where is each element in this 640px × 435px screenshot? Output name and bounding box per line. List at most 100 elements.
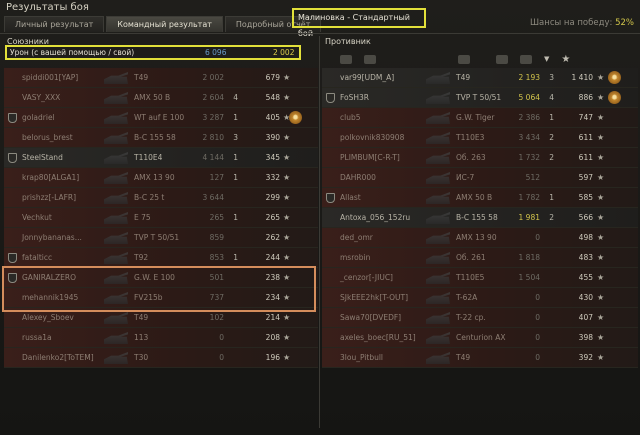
player-name[interactable]: Antoxa_056_152ru [340, 208, 410, 228]
damage-value: 501 [209, 273, 224, 282]
player-row[interactable]: PLIMBUM[C-R-T] Об. 263 1 732 2 611 ★ [322, 148, 638, 168]
player-name[interactable]: GANIRALZERO [22, 268, 76, 288]
tank-name: AMX 13 90 [134, 173, 175, 182]
player-row[interactable]: krap80[ALGA1] AMX 13 90 127 1 332 ★ [4, 168, 318, 188]
xp-value: 262 [265, 233, 280, 242]
tank-icon [104, 112, 128, 124]
tank-name: T110E5 [456, 273, 485, 282]
kills-value: 1 [549, 113, 554, 122]
xp-value: 390 [265, 133, 280, 142]
player-row[interactable]: club5 G.W. Tiger 2 386 1 747 ★ [322, 108, 638, 128]
kills-column-icon[interactable] [520, 54, 532, 64]
medal-icon[interactable]: ✹ [608, 91, 621, 104]
player-name[interactable]: fatalticc [22, 248, 52, 268]
player-row[interactable]: polkovnik830908 T110E3 3 434 2 611 ★ [322, 128, 638, 148]
player-name[interactable]: msrobin [340, 248, 370, 268]
player-name[interactable]: _cenzor[-JIUC] [340, 268, 393, 288]
vehicle-class-icon[interactable] [340, 54, 352, 64]
player-name[interactable]: Vechkut [22, 208, 52, 228]
player-name[interactable]: 3lou_Pitbull [340, 348, 383, 368]
xp-value: 611 [578, 133, 593, 142]
player-name[interactable]: spiddi001[YAP] [22, 68, 78, 88]
damage-value: 3 434 [518, 133, 540, 142]
player-row[interactable]: mehannik1945 FV215b 737 234 ★ [4, 288, 318, 308]
player-row[interactable]: Jonnybananas... TVP T 50/51 859 262 ★ [4, 228, 318, 248]
tab-personal-result[interactable]: Личный результат [4, 16, 105, 32]
tank-name: T110E4 [134, 153, 163, 162]
player-name[interactable]: prishzz[-LAFR] [22, 188, 76, 208]
player-row[interactable]: msrobin Об. 261 1 818 483 ★ [322, 248, 638, 268]
player-row[interactable]: SteelStand T110E4 4 144 1 345 ★ [4, 148, 318, 168]
player-name[interactable]: DAHR000 [340, 168, 376, 188]
player-name[interactable]: VASY_XXX [22, 88, 60, 108]
player-name[interactable]: club5 [340, 108, 361, 128]
player-row[interactable]: ded_omr AMX 13 90 0 498 ★ [322, 228, 638, 248]
star-icon: ★ [283, 133, 291, 142]
damage-value: 102 [209, 313, 224, 322]
player-row[interactable]: var99[UDM_A] T49 2 193 3 1 410 ★ ✹ [322, 68, 638, 88]
xp-value: 679 [265, 73, 280, 82]
player-row[interactable]: Vechkut E 75 265 1 265 ★ [4, 208, 318, 228]
player-name[interactable]: SJkEEE2hk[T-OUT] [340, 288, 408, 308]
damage-value: 1 732 [518, 153, 540, 162]
enemy-player-list: var99[UDM_A] T49 2 193 3 1 410 ★ ✹ FoSH3R TVP T … [322, 68, 638, 368]
xp-value: 886 [578, 93, 593, 102]
player-row[interactable]: FoSH3R TVP T 50/51 5 064 4 886 ★ ✹ [322, 88, 638, 108]
tab-team-result[interactable]: Командный результат [106, 16, 223, 32]
kills-value: 4 [233, 93, 238, 102]
player-row[interactable]: spiddi001[YAP] T49 2 002 679 ★ [4, 68, 318, 88]
star-icon: ★ [283, 273, 291, 282]
player-row[interactable]: fatalticc T92 853 1 244 ★ [4, 248, 318, 268]
player-name[interactable]: mehannik1945 [22, 288, 78, 308]
player-row[interactable]: VASY_XXX AMX 50 B 2 604 4 548 ★ [4, 88, 318, 108]
medal-icon[interactable]: ✹ [289, 111, 302, 124]
player-name[interactable]: Sawa70[DVEDF] [340, 308, 401, 328]
player-name[interactable]: Alexey_Sboev [22, 308, 74, 328]
player-row[interactable]: GANIRALZERO G.W. E 100 501 238 ★ [4, 268, 318, 288]
player-row[interactable]: axeles_boec[RU_51] Centurion AX 0 398 ★ [322, 328, 638, 348]
star-column-icon[interactable]: ★ [561, 54, 570, 65]
player-row[interactable]: belorus_brest B-C 155 58 2 810 3 390 ★ [4, 128, 318, 148]
player-row[interactable]: 3lou_Pitbull T49 0 392 ★ [322, 348, 638, 368]
tank-name: 113 [134, 333, 149, 342]
win-chance-value: 52% [615, 18, 634, 28]
player-name[interactable]: axeles_boec[RU_51] [340, 328, 416, 348]
tank-icon [104, 352, 128, 364]
chevron-down-icon[interactable]: ▼ [544, 55, 549, 63]
enemy-column-headers: ▼ ★ [340, 52, 638, 66]
kills-value: 4 [549, 93, 554, 102]
player-row[interactable]: SJkEEE2hk[T-OUT] T-62A 0 430 ★ [322, 288, 638, 308]
player-row[interactable]: russa1a 113 0 208 ★ [4, 328, 318, 348]
player-row[interactable]: goladriel WT auf E 100 3 287 1 405 ★ ✹ [4, 108, 318, 128]
player-name[interactable]: polkovnik830908 [340, 128, 404, 148]
xp-value: 1 410 [571, 73, 593, 82]
player-row[interactable]: Sawa70[DVEDF] T-22 ср. 0 407 ★ [322, 308, 638, 328]
player-name[interactable]: Allast [340, 188, 361, 208]
player-name[interactable]: SteelStand [22, 148, 63, 168]
player-name[interactable]: PLIMBUM[C-R-T] [340, 148, 400, 168]
damage-value: 737 [209, 293, 224, 302]
medal-icon[interactable]: ✹ [608, 71, 621, 84]
damage-column-icon[interactable] [496, 54, 508, 64]
tank-icon [104, 72, 128, 84]
player-name[interactable]: var99[UDM_A] [340, 68, 394, 88]
player-name[interactable]: Jonnybananas... [22, 228, 82, 248]
player-name[interactable]: Danilenko2[ToTEM] [22, 348, 94, 368]
player-name[interactable]: belorus_brest [22, 128, 73, 148]
player-row[interactable]: prishzz[-LAFR] B-C 25 t 3 644 299 ★ [4, 188, 318, 208]
player-column-icon[interactable] [364, 54, 376, 64]
player-row[interactable]: _cenzor[-JIUC] T110E5 1 504 455 ★ [322, 268, 638, 288]
player-row[interactable]: DAHR000 ИС-7 512 597 ★ [322, 168, 638, 188]
player-row[interactable]: Antoxa_056_152ru B-C 155 58 1 981 2 566 ★ [322, 208, 638, 228]
player-name[interactable]: goladriel [22, 108, 55, 128]
tank-name: AMX 13 90 [456, 233, 497, 242]
player-row[interactable]: Allast AMX 50 B 1 782 1 585 ★ [322, 188, 638, 208]
player-name[interactable]: russa1a [22, 328, 52, 348]
player-row[interactable]: Danilenko2[ToTEM] T30 0 196 ★ [4, 348, 318, 368]
star-icon: ★ [597, 193, 605, 202]
player-row[interactable]: Alexey_Sboev T49 102 214 ★ [4, 308, 318, 328]
player-name[interactable]: krap80[ALGA1] [22, 168, 79, 188]
tank-column-icon[interactable] [458, 54, 470, 64]
player-name[interactable]: ded_omr [340, 228, 373, 248]
player-name[interactable]: FoSH3R [340, 88, 369, 108]
